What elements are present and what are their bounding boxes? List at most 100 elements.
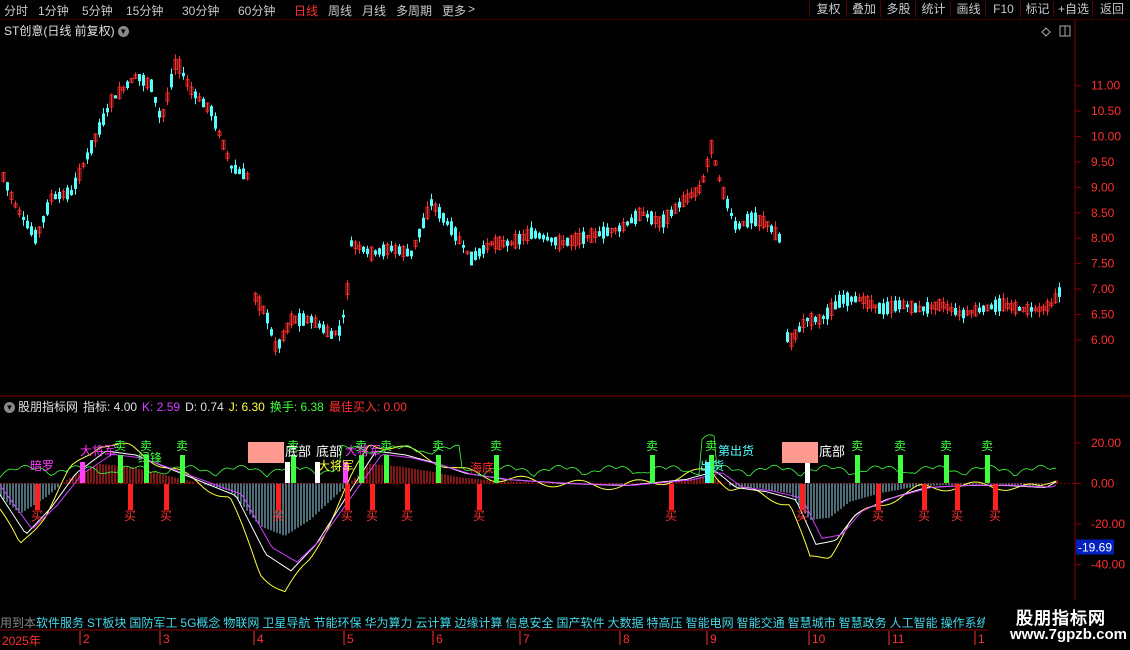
kdj-j-line: [0, 442, 1057, 593]
indicator-annotation: 大将军: [318, 459, 354, 473]
sector-item[interactable]: 边缘计算: [454, 616, 502, 630]
sell-signal: 卖: [176, 439, 188, 453]
sector-item[interactable]: 智能交通: [737, 616, 785, 630]
sector-item[interactable]: 国防军工: [129, 616, 177, 630]
period-7[interactable]: 周线: [328, 2, 352, 19]
buy-signal: 买: [160, 509, 172, 523]
price-tick: 10.00: [1091, 130, 1121, 144]
buy-signal: 买: [473, 509, 485, 523]
sector-item[interactable]: 智能电网: [686, 616, 734, 630]
panel-frame: [0, 20, 1130, 631]
price-tick: 6.00: [1091, 333, 1115, 347]
sector-item[interactable]: 物联网: [223, 616, 259, 630]
buy-signal: 买: [366, 509, 378, 523]
sector-item[interactable]: 国产软件: [557, 616, 605, 630]
toolbar-btn-5[interactable]: F10: [985, 1, 1021, 17]
date-month: 3: [163, 632, 170, 646]
indicator-tick: 20.00: [1091, 436, 1121, 450]
sector-prefix: 用到本: [0, 616, 37, 630]
sell-signal: 卖: [705, 439, 717, 453]
stock-title: ST创意(日线 前复权) ▼: [4, 22, 129, 39]
chevron-down-icon[interactable]: ▼: [117, 26, 129, 38]
buy-signal: 买: [951, 509, 963, 523]
diamond-icon[interactable]: [1041, 27, 1051, 37]
sector-item[interactable]: 人工智能: [890, 616, 938, 630]
period-8[interactable]: 月线: [362, 2, 386, 19]
sector-item[interactable]: 云计算: [415, 616, 451, 630]
indicator-name[interactable]: 股朋指标网: [18, 400, 78, 414]
period-10[interactable]: 更多: [442, 2, 466, 19]
sector-item[interactable]: 特高压: [647, 616, 683, 630]
period-3[interactable]: 15分钟: [126, 2, 163, 19]
sector-item[interactable]: 信息安全: [506, 616, 554, 630]
toolbar-btn-4[interactable]: 画线: [950, 1, 986, 17]
period-5[interactable]: 60分钟: [238, 2, 275, 19]
sector-item[interactable]: 华为算力: [364, 616, 412, 630]
sector-item[interactable]: 大数据: [608, 616, 644, 630]
toolbar-btn-1[interactable]: 叠加: [846, 1, 881, 17]
price-tick: 7.50: [1091, 257, 1115, 271]
indicator-value-3: J: 6.30: [228, 400, 265, 414]
chevron-right-icon[interactable]: >: [468, 2, 475, 16]
period-6[interactable]: 日线: [294, 2, 318, 19]
watermark-url: www.7gpzb.com: [1010, 626, 1127, 643]
kdj-k-line: [0, 453, 1057, 563]
bottom-label: 底部: [316, 444, 342, 459]
price-tick: 9.00: [1091, 180, 1115, 194]
toolbar-btn-7[interactable]: +自选: [1053, 1, 1093, 17]
sector-item[interactable]: 软件服务: [36, 616, 84, 630]
sector-strip: 用到本软件服务 ST板块 国防军工 5G概念 物联网 卫星导航 节能环保 华为算力 云计算 边缘计…: [0, 614, 985, 630]
date-month: 1: [978, 632, 985, 646]
sector-item[interactable]: 卫星导航: [262, 616, 310, 630]
chevron-down-icon[interactable]: ▼: [4, 402, 15, 414]
indicator-value-4: 换手: 6.38: [269, 400, 324, 414]
buy-signal: 买: [341, 509, 353, 523]
buy-signal: 买: [31, 509, 43, 523]
buy-signal: 买: [872, 509, 884, 523]
indicator-tick: -40.00: [1091, 558, 1125, 572]
date-month: 8: [623, 632, 630, 646]
buy-signal: 买: [272, 509, 284, 523]
price-tick: 9.50: [1091, 155, 1115, 169]
period-0[interactable]: 分时: [4, 2, 28, 19]
period-1[interactable]: 1分钟: [38, 2, 69, 19]
date-month: 7: [523, 632, 530, 646]
period-4[interactable]: 30分钟: [182, 2, 219, 19]
toolbar-btn-8[interactable]: 返回: [1092, 1, 1130, 17]
sector-item[interactable]: 智慧政务: [839, 616, 887, 630]
sell-signal: 卖: [432, 439, 444, 453]
indicator-tick: -20.00: [1091, 517, 1125, 531]
sector-item[interactable]: 智慧城市: [788, 616, 836, 630]
buy-signal: 买: [796, 509, 808, 523]
price-tick: 8.50: [1091, 206, 1115, 220]
date-month: 4: [257, 632, 264, 646]
sector-item[interactable]: 节能环保: [313, 616, 361, 630]
stock-title-text: ST创意(日线 前复权): [4, 24, 115, 38]
buy-signal: 买: [401, 509, 413, 523]
indicator-annotation: 暗罗: [30, 458, 54, 473]
bottom-label: 底部: [285, 444, 311, 459]
sell-signal: 卖: [380, 439, 392, 453]
price-axis: 11.00 10.50 10.00 9.50 9.00 8.50 8.00 7.50 7.00 6…: [1075, 79, 1121, 347]
sell-signal: 卖: [981, 439, 993, 453]
price-tick: 7.00: [1091, 282, 1115, 296]
sector-item[interactable]: 5G概念: [180, 616, 220, 630]
toolbar-btn-6[interactable]: 标记: [1020, 1, 1054, 17]
period-9[interactable]: 多周期: [396, 2, 432, 19]
buy-signal: 买: [124, 509, 136, 523]
toolbar-btn-2[interactable]: 多股: [880, 1, 916, 17]
price-tick: 8.00: [1091, 231, 1115, 245]
toolbar-btn-3[interactable]: 统计: [915, 1, 951, 17]
date-month: 2: [83, 632, 90, 646]
sector-item[interactable]: ST板块: [87, 616, 126, 630]
indicator-annotation: 海底: [470, 460, 494, 475]
toolbar-btn-0[interactable]: 复权: [809, 1, 847, 17]
period-toolbar: 分时 1分钟 5分钟 15分钟 30分钟 60分钟 日线 周线 月线 多周期 更多 > 复权 叠加 多股 统计…: [0, 0, 1130, 20]
period-2[interactable]: 5分钟: [82, 2, 113, 19]
date-month: 9: [710, 632, 717, 646]
candlestick-series: [1, 54, 1061, 356]
indicator-annotation: 出货: [700, 458, 724, 473]
sell-signal: 卖: [940, 439, 952, 453]
sector-item[interactable]: 操作系统: [941, 616, 985, 630]
date-month: 5: [347, 632, 354, 646]
